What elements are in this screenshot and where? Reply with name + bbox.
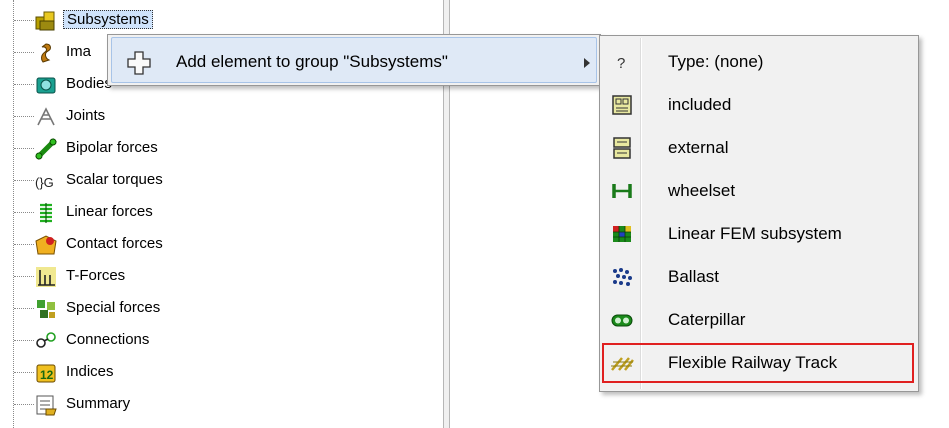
tree-connector	[14, 212, 34, 213]
tree-item-indices[interactable]: 12 Indices	[0, 356, 240, 388]
menu-item-label: included	[668, 95, 732, 114]
tree-connector	[14, 52, 34, 53]
image-icon	[41, 43, 51, 63]
menu-item-linear-fem-subsystem[interactable]: Linear FEM subsystem	[602, 214, 914, 254]
tree-connector	[14, 84, 34, 85]
menu-item-label: wheelset	[668, 181, 736, 200]
wheelset-icon	[612, 184, 632, 198]
tree-connector	[14, 116, 34, 117]
menu-item-label: Flexible Railway Track	[668, 353, 838, 372]
submenu-arrow-icon	[584, 58, 590, 68]
tree-connector	[14, 276, 34, 277]
add-element-label: Add element to group "Subsystems"	[176, 52, 448, 71]
t-forces-icon	[36, 267, 56, 287]
menu-item-external[interactable]: external	[602, 128, 914, 168]
tree-item-contact-forces[interactable]: Contact forces	[0, 228, 240, 260]
tree-item-label: Linear forces	[66, 203, 153, 220]
menu-item-flexible-railway-track[interactable]: Flexible Railway Track	[602, 343, 914, 383]
tree-item-label: Subsystems	[63, 10, 153, 29]
menu-item-ballast[interactable]: Ballast	[602, 257, 914, 297]
tree-item-scalar-torques[interactable]: (}G Scalar torques	[0, 164, 240, 196]
tree-item-label: Bodies	[66, 75, 112, 92]
tree-item-label: Connections	[66, 331, 150, 348]
menu-item-label: Linear FEM subsystem	[668, 224, 842, 243]
bodies-icon	[36, 77, 56, 94]
tree-connector	[14, 340, 34, 341]
tree-item-bipolar-forces[interactable]: Bipolar forces	[0, 132, 240, 164]
tree-connector	[14, 404, 34, 405]
menu-item-label: external	[668, 138, 729, 157]
tree-item-t-forces[interactable]: T-Forces	[0, 260, 240, 292]
tree-connector	[14, 372, 34, 373]
caterpillar-icon	[611, 314, 633, 327]
tree-item-summary[interactable]: Summary	[0, 388, 240, 420]
tree-item-label: Ima	[66, 43, 92, 60]
tree-item-special-forces[interactable]: Special forces	[0, 292, 240, 324]
menu-item-type-none[interactable]: ? Type: (none)	[602, 42, 914, 82]
menu-item-label: Type: (none)	[668, 52, 764, 71]
tree-item-connections[interactable]: Connections	[0, 324, 240, 356]
bipolar-forces-icon	[35, 138, 57, 160]
menu-item-caterpillar[interactable]: Caterpillar	[602, 300, 914, 340]
tree-item-subsystems[interactable]: Subsystems	[0, 4, 240, 36]
tree-item-label: Joints	[66, 107, 106, 124]
svg-text:?: ?	[617, 55, 625, 72]
menu-item-wheelset[interactable]: wheelset	[602, 171, 914, 211]
tree-connector	[14, 180, 34, 181]
special-forces-icon	[37, 300, 55, 318]
tree-item-joints[interactable]: Joints	[0, 100, 240, 132]
question-icon: ?	[617, 55, 625, 72]
subsystem-type-submenu: ? Type: (none) included external wheelse…	[599, 35, 919, 392]
subsystems-icon	[35, 11, 55, 31]
menu-item-label: Ballast	[668, 267, 720, 286]
add-element-menu-item[interactable]: Add element to group "Subsystems"	[111, 37, 597, 83]
tree-connector	[14, 148, 34, 149]
tree-connector	[14, 244, 34, 245]
joints-icon	[37, 107, 55, 126]
indices-icon: 12	[36, 364, 56, 383]
scalar-torques-icon: (}G	[35, 175, 54, 190]
included-icon	[612, 95, 632, 115]
tree-item-label: Contact forces	[66, 235, 163, 252]
menu-item-label: Caterpillar	[668, 310, 746, 329]
tree-item-linear-forces[interactable]: Linear forces	[0, 196, 240, 228]
ballast-icon	[613, 268, 632, 286]
tree-item-label: Special forces	[66, 299, 161, 316]
svg-text:12: 12	[40, 368, 54, 382]
tree-item-label: T-Forces	[66, 267, 126, 284]
summary-icon	[36, 395, 57, 416]
contact-forces-icon	[35, 235, 57, 255]
linear-forces-icon	[40, 203, 52, 223]
plus-icon	[127, 51, 151, 75]
menu-item-included[interactable]: included	[602, 85, 914, 125]
connections-icon	[36, 332, 56, 348]
svg-text:(}G: (}G	[35, 175, 54, 190]
tree-item-label: Summary	[66, 395, 131, 412]
tree-connector	[14, 308, 34, 309]
tree-item-label: Bipolar forces	[66, 139, 158, 156]
tree-item-label: Indices	[66, 363, 114, 380]
external-icon	[613, 137, 631, 159]
context-menu: Add element to group "Subsystems"	[107, 34, 601, 86]
tree-item-label: Scalar torques	[66, 171, 163, 188]
fem-icon	[613, 226, 631, 242]
railway-track-icon	[611, 357, 634, 371]
tree-connector	[14, 20, 34, 21]
